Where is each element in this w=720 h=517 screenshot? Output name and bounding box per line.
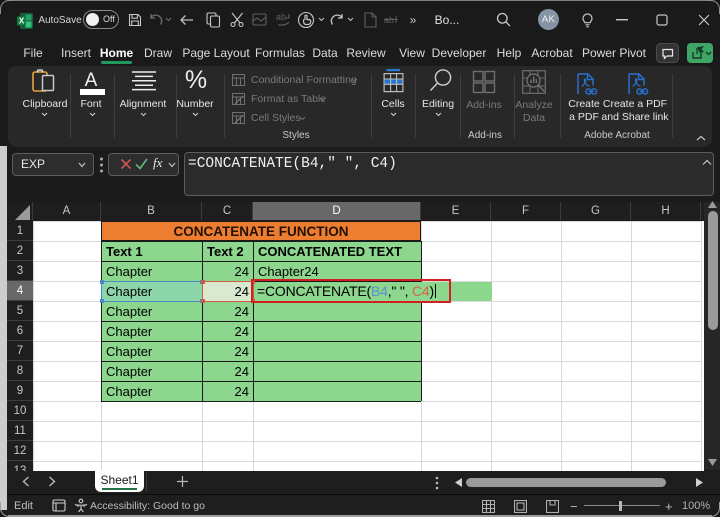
svg-text:ab: ab xyxy=(276,12,286,22)
svg-text:A: A xyxy=(85,70,98,91)
svg-text:X: X xyxy=(19,17,25,26)
